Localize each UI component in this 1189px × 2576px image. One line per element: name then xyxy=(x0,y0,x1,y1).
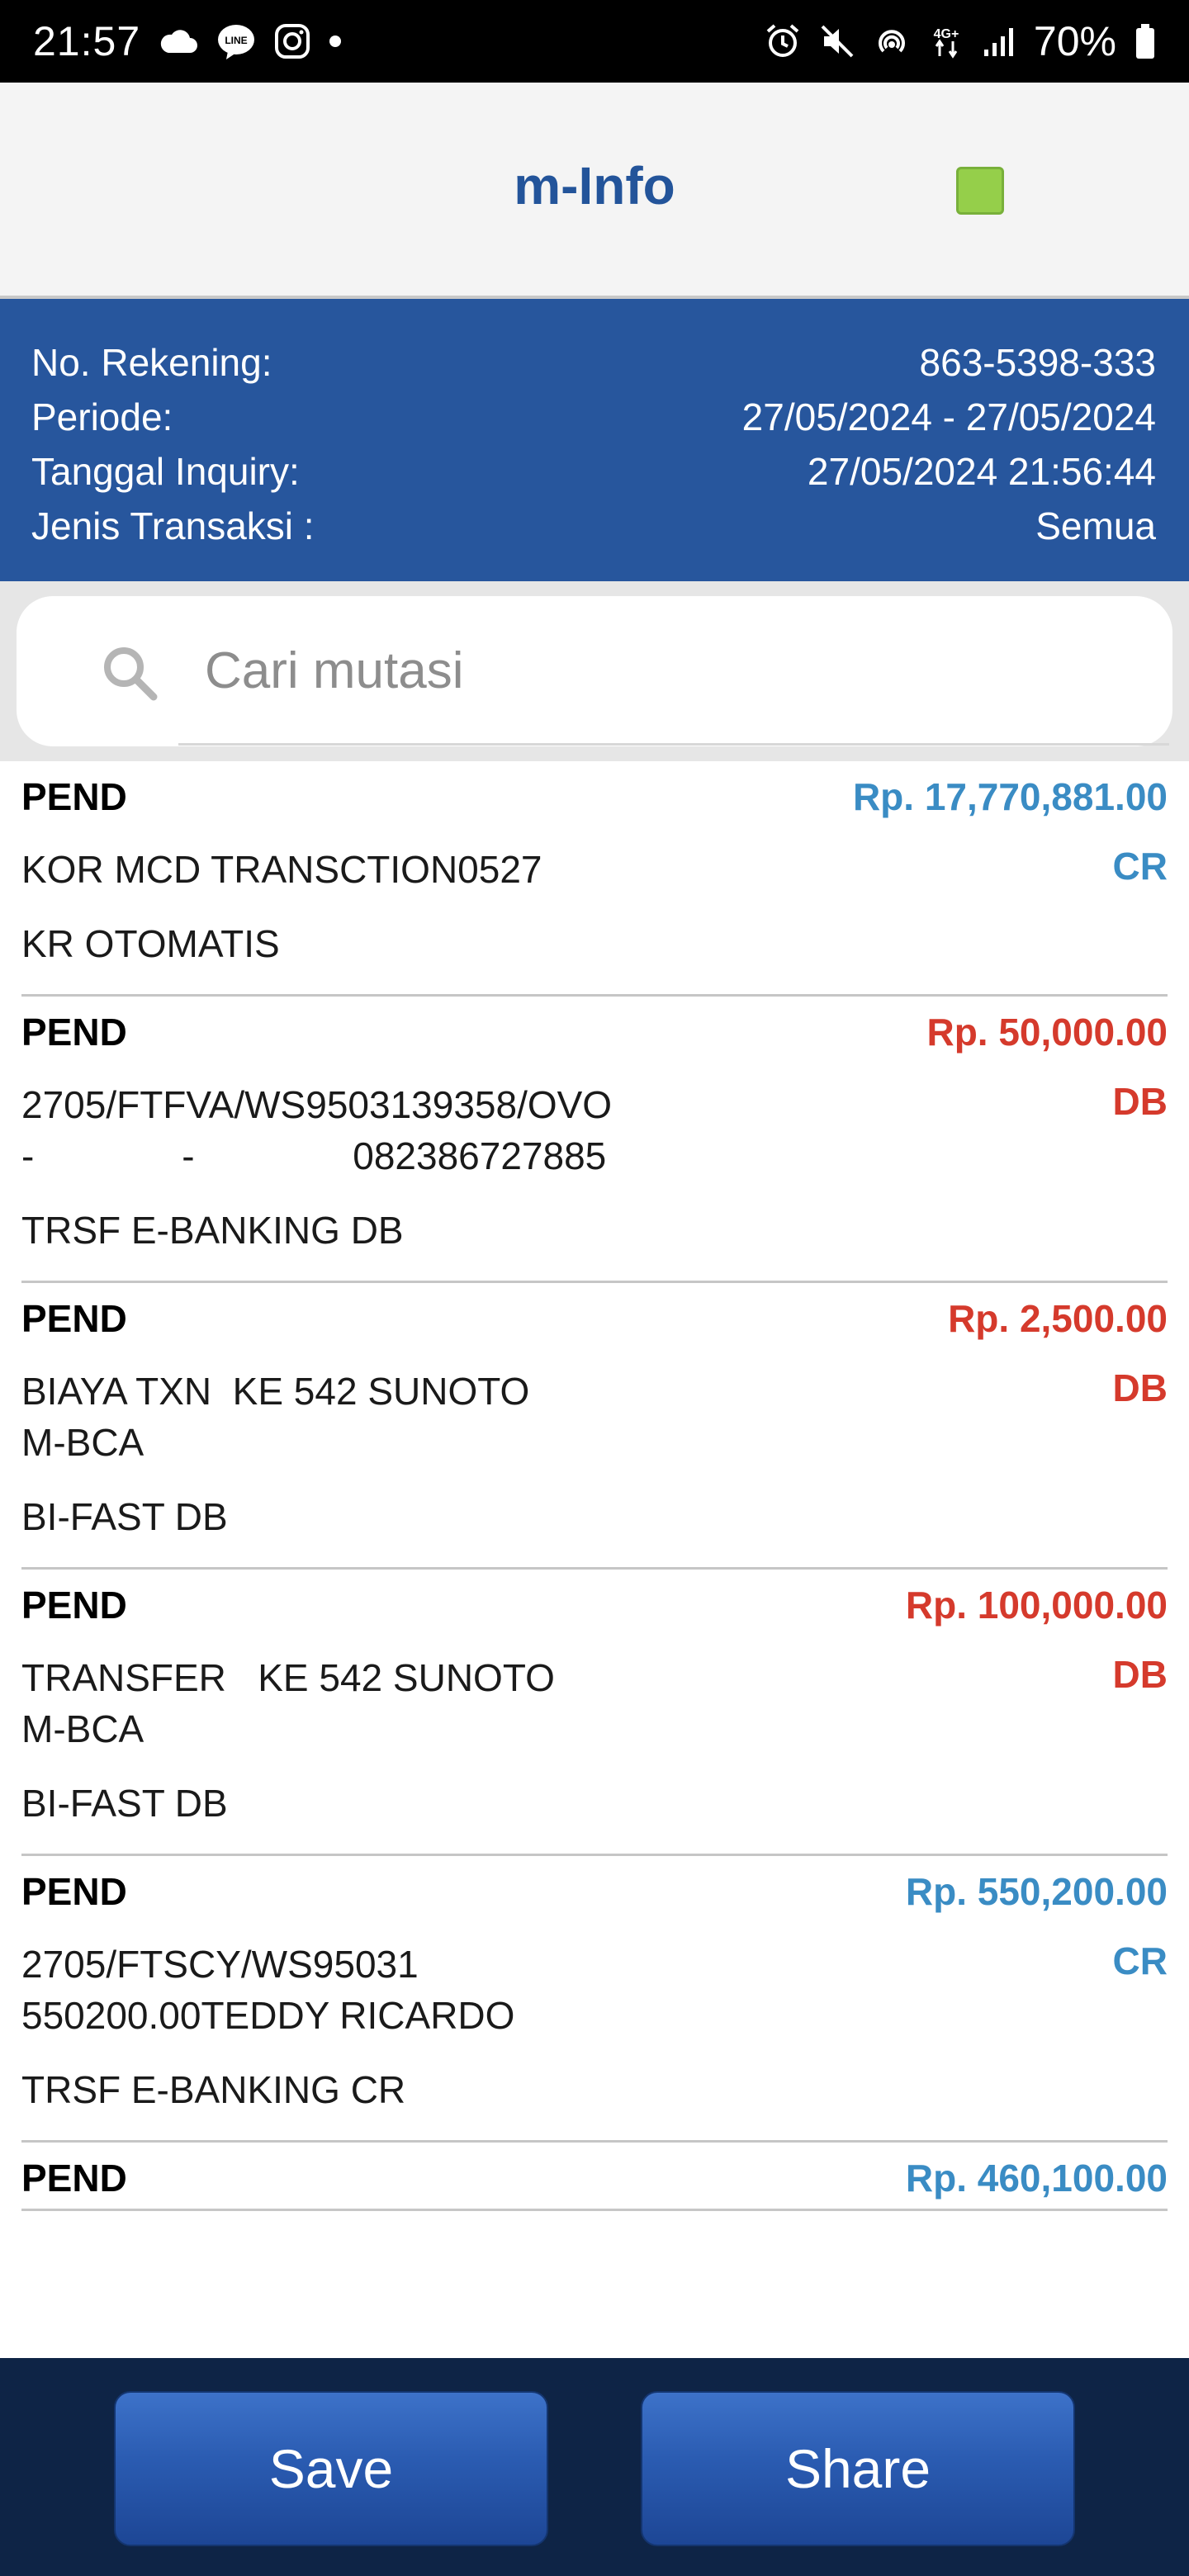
transaction-description: KOR MCD TRANSCTION0527 xyxy=(21,848,542,891)
transaction-item[interactable]: PEND Rp. 50,000.00 2705/FTFVA/WS95031393… xyxy=(21,997,1168,1283)
page-title: m-Info xyxy=(0,155,1189,216)
transaction-status: PEND xyxy=(21,1011,127,1054)
search-input[interactable] xyxy=(178,629,1120,712)
info-value: 863-5398-333 xyxy=(919,341,1156,384)
transaction-type: CR xyxy=(1112,1939,1168,1982)
transaction-item[interactable]: PEND Rp. 550,200.00 2705/FTSCY/WS95031 5… xyxy=(21,1856,1168,2143)
page-title-text: m-Info xyxy=(514,156,675,215)
transaction-type: DB xyxy=(1112,1653,1168,1696)
transaction-status: PEND xyxy=(21,775,127,818)
cloud-icon xyxy=(159,28,198,54)
line-icon: LINE xyxy=(216,23,256,59)
transaction-item[interactable]: PEND Rp. 2,500.00 BIAYA TXN KE 542 SUNOT… xyxy=(21,1283,1168,1570)
hotspot-icon xyxy=(874,23,910,59)
transaction-description: BIAYA TXN KE 542 SUNOTO M-BCA xyxy=(21,1370,530,1464)
info-row-inquiry-date: Tanggal Inquiry: 27/05/2024 21:56:44 xyxy=(31,444,1156,499)
info-row-transaction-type: Jenis Transaksi : Semua xyxy=(31,499,1156,553)
status-bar-left: 21:57 LINE xyxy=(33,17,342,65)
action-bar: Save Share xyxy=(0,2358,1189,2576)
battery-icon xyxy=(1135,23,1156,59)
transaction-status: PEND xyxy=(21,1870,127,1913)
info-value: 27/05/2024 21:56:44 xyxy=(807,450,1156,493)
mute-icon xyxy=(819,23,855,59)
transaction-amount: Rp. 460,100.00 xyxy=(905,2157,1168,2200)
status-bar-right: 4G+ 70% xyxy=(765,17,1156,65)
transaction-item[interactable]: PEND Rp. 100,000.00 TRANSFER KE 542 SUNO… xyxy=(21,1570,1168,1856)
info-row-period: Periode: 27/05/2024 - 27/05/2024 xyxy=(31,390,1156,444)
transaction-status: PEND xyxy=(21,1584,127,1627)
search-icon xyxy=(101,644,159,702)
transaction-amount: Rp. 100,000.00 xyxy=(905,1584,1168,1627)
transaction-category: TRSF E-BANKING DB xyxy=(21,1209,404,1252)
status-indicator[interactable] xyxy=(956,167,1004,215)
transaction-amount: Rp. 550,200.00 xyxy=(905,1870,1168,1913)
info-row-account-number: No. Rekening: 863-5398-333 xyxy=(31,335,1156,390)
transaction-category: BI-FAST DB xyxy=(21,1495,228,1538)
account-info-panel: No. Rekening: 863-5398-333 Periode: 27/0… xyxy=(0,299,1189,581)
transaction-description: 2705/FTSCY/WS95031 550200.00TEDDY RICARD… xyxy=(21,1943,515,2037)
transaction-status: PEND xyxy=(21,2157,127,2200)
status-bar: 21:57 LINE 4G+ 70% xyxy=(0,0,1189,83)
info-value: Semua xyxy=(1035,504,1156,547)
dot-icon xyxy=(329,35,342,48)
info-label: Jenis Transaksi : xyxy=(31,504,315,547)
transaction-amount: Rp. 50,000.00 xyxy=(926,1011,1168,1054)
instagram-icon xyxy=(274,23,310,59)
search-underline xyxy=(178,743,1169,746)
search-box[interactable] xyxy=(17,596,1172,746)
battery-percent: 70% xyxy=(1033,18,1116,64)
info-label: Periode: xyxy=(31,395,173,438)
signal-icon xyxy=(983,25,1016,58)
transaction-status: PEND xyxy=(21,1297,127,1340)
transaction-type: DB xyxy=(1112,1080,1168,1123)
network-label: 4G+ xyxy=(934,27,959,41)
info-label: Tanggal Inquiry: xyxy=(31,450,300,493)
transaction-item[interactable]: PEND Rp. 17,770,881.00 KOR MCD TRANSCTIO… xyxy=(21,761,1168,997)
transaction-type: CR xyxy=(1112,845,1168,888)
svg-text:LINE: LINE xyxy=(225,35,247,46)
transaction-description: 2705/FTFVA/WS9503139358/OVO - - 08238672… xyxy=(21,1083,613,1177)
status-time: 21:57 xyxy=(33,18,141,64)
transaction-list[interactable]: PEND Rp. 17,770,881.00 KOR MCD TRANSCTIO… xyxy=(0,761,1189,2358)
transaction-amount: Rp. 2,500.00 xyxy=(948,1297,1168,1340)
search-area xyxy=(0,581,1189,761)
transaction-item[interactable]: PEND Rp. 460,100.00 xyxy=(21,2143,1168,2211)
network-icon: 4G+ xyxy=(928,23,964,59)
info-label: No. Rekening: xyxy=(31,341,272,384)
transaction-category: BI-FAST DB xyxy=(21,1782,228,1825)
transaction-category: KR OTOMATIS xyxy=(21,922,280,965)
app-header: m-Info xyxy=(0,83,1189,299)
transaction-description: TRANSFER KE 542 SUNOTO M-BCA xyxy=(21,1656,555,1750)
transaction-type: DB xyxy=(1112,1366,1168,1409)
transaction-category: TRSF E-BANKING CR xyxy=(21,2068,406,2111)
save-button[interactable]: Save xyxy=(114,2391,548,2546)
share-button[interactable]: Share xyxy=(641,2391,1075,2546)
alarm-icon xyxy=(765,23,801,59)
transaction-amount: Rp. 17,770,881.00 xyxy=(852,775,1168,818)
info-value: 27/05/2024 - 27/05/2024 xyxy=(741,395,1156,438)
